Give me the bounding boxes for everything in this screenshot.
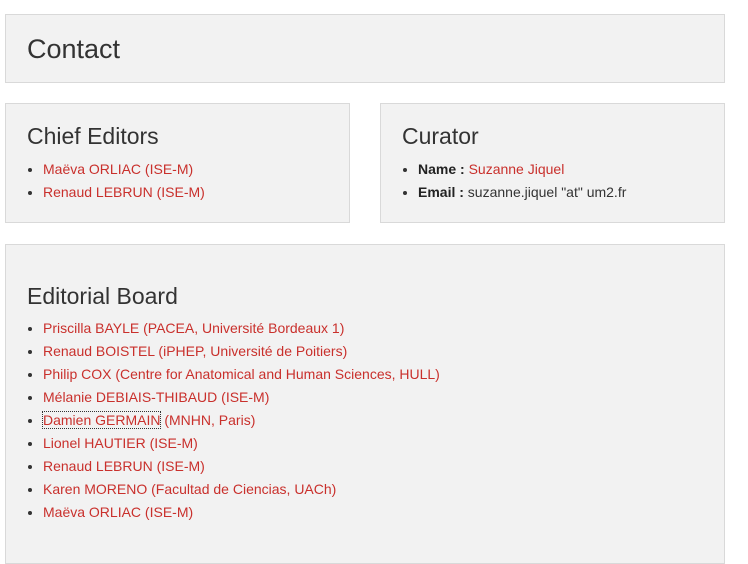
editorial-board-list: Priscilla BAYLE (PACEA, Université Borde…	[27, 317, 440, 524]
curator-name-label: Name :	[418, 161, 465, 177]
board-member-link-bayle[interactable]: Priscilla BAYLE (PACEA, Université Borde…	[43, 320, 344, 336]
board-member-link-debiais-thibaud[interactable]: Mélanie DEBIAIS-THIBAUD (ISE-M)	[43, 389, 269, 405]
board-member-link-orliac[interactable]: Maëva ORLIAC (ISE-M)	[43, 504, 193, 520]
list-item: Maëva ORLIAC (ISE-M)	[43, 158, 205, 181]
chief-editors-list: Maëva ORLIAC (ISE-M) Renaud LEBRUN (ISE-…	[27, 158, 205, 204]
curator-panel: Curator Name : Suzanne Jiquel Email : su…	[380, 103, 725, 223]
curator-name-link[interactable]: Suzanne Jiquel	[469, 161, 565, 177]
contact-panel: Contact	[5, 14, 725, 83]
list-item: Karen MORENO (Facultad de Ciencias, UACh…	[43, 478, 440, 501]
board-member-link-germain-affiliation[interactable]: (MNHN, Paris)	[160, 412, 255, 428]
list-item: Maëva ORLIAC (ISE-M)	[43, 501, 440, 524]
curator-title: Curator	[402, 123, 479, 149]
editorial-board-panel: Editorial Board Priscilla BAYLE (PACEA, …	[5, 244, 725, 564]
curator-email-value: suzanne.jiquel "at" um2.fr	[467, 184, 627, 200]
page-title: Contact	[27, 34, 121, 64]
editorial-board-title: Editorial Board	[27, 283, 178, 309]
list-item: Philip COX (Centre for Anatomical and Hu…	[43, 363, 440, 386]
list-item: Email : suzanne.jiquel "at" um2.fr	[418, 181, 626, 204]
chief-editor-link-orliac[interactable]: Maëva ORLIAC (ISE-M)	[43, 161, 193, 177]
list-item: Damien GERMAIN (MNHN, Paris)	[41, 409, 440, 432]
board-member-link-boistel[interactable]: Renaud BOISTEL (iPHEP, Université de Poi…	[43, 343, 347, 359]
list-item: Priscilla BAYLE (PACEA, Université Borde…	[43, 317, 440, 340]
chief-editors-panel: Chief Editors Maëva ORLIAC (ISE-M) Renau…	[5, 103, 350, 223]
board-member-link-germain[interactable]: Damien GERMAIN	[41, 411, 162, 429]
list-item: Renaud BOISTEL (iPHEP, Université de Poi…	[43, 340, 440, 363]
chief-editor-link-lebrun[interactable]: Renaud LEBRUN (ISE-M)	[43, 184, 205, 200]
list-item: Lionel HAUTIER (ISE-M)	[43, 432, 440, 455]
chief-editors-title: Chief Editors	[27, 123, 159, 149]
list-item: Renaud LEBRUN (ISE-M)	[43, 181, 205, 204]
board-member-link-moreno[interactable]: Karen MORENO (Facultad de Ciencias, UACh…	[43, 481, 336, 497]
list-item: Name : Suzanne Jiquel	[418, 158, 626, 181]
curator-email-label: Email :	[418, 184, 464, 200]
board-member-link-cox[interactable]: Philip COX (Centre for Anatomical and Hu…	[43, 366, 440, 382]
board-member-link-lebrun[interactable]: Renaud LEBRUN (ISE-M)	[43, 458, 205, 474]
list-item: Renaud LEBRUN (ISE-M)	[43, 455, 440, 478]
curator-list: Name : Suzanne Jiquel Email : suzanne.ji…	[402, 158, 626, 204]
board-member-link-hautier[interactable]: Lionel HAUTIER (ISE-M)	[43, 435, 198, 451]
list-item: Mélanie DEBIAIS-THIBAUD (ISE-M)	[43, 386, 440, 409]
